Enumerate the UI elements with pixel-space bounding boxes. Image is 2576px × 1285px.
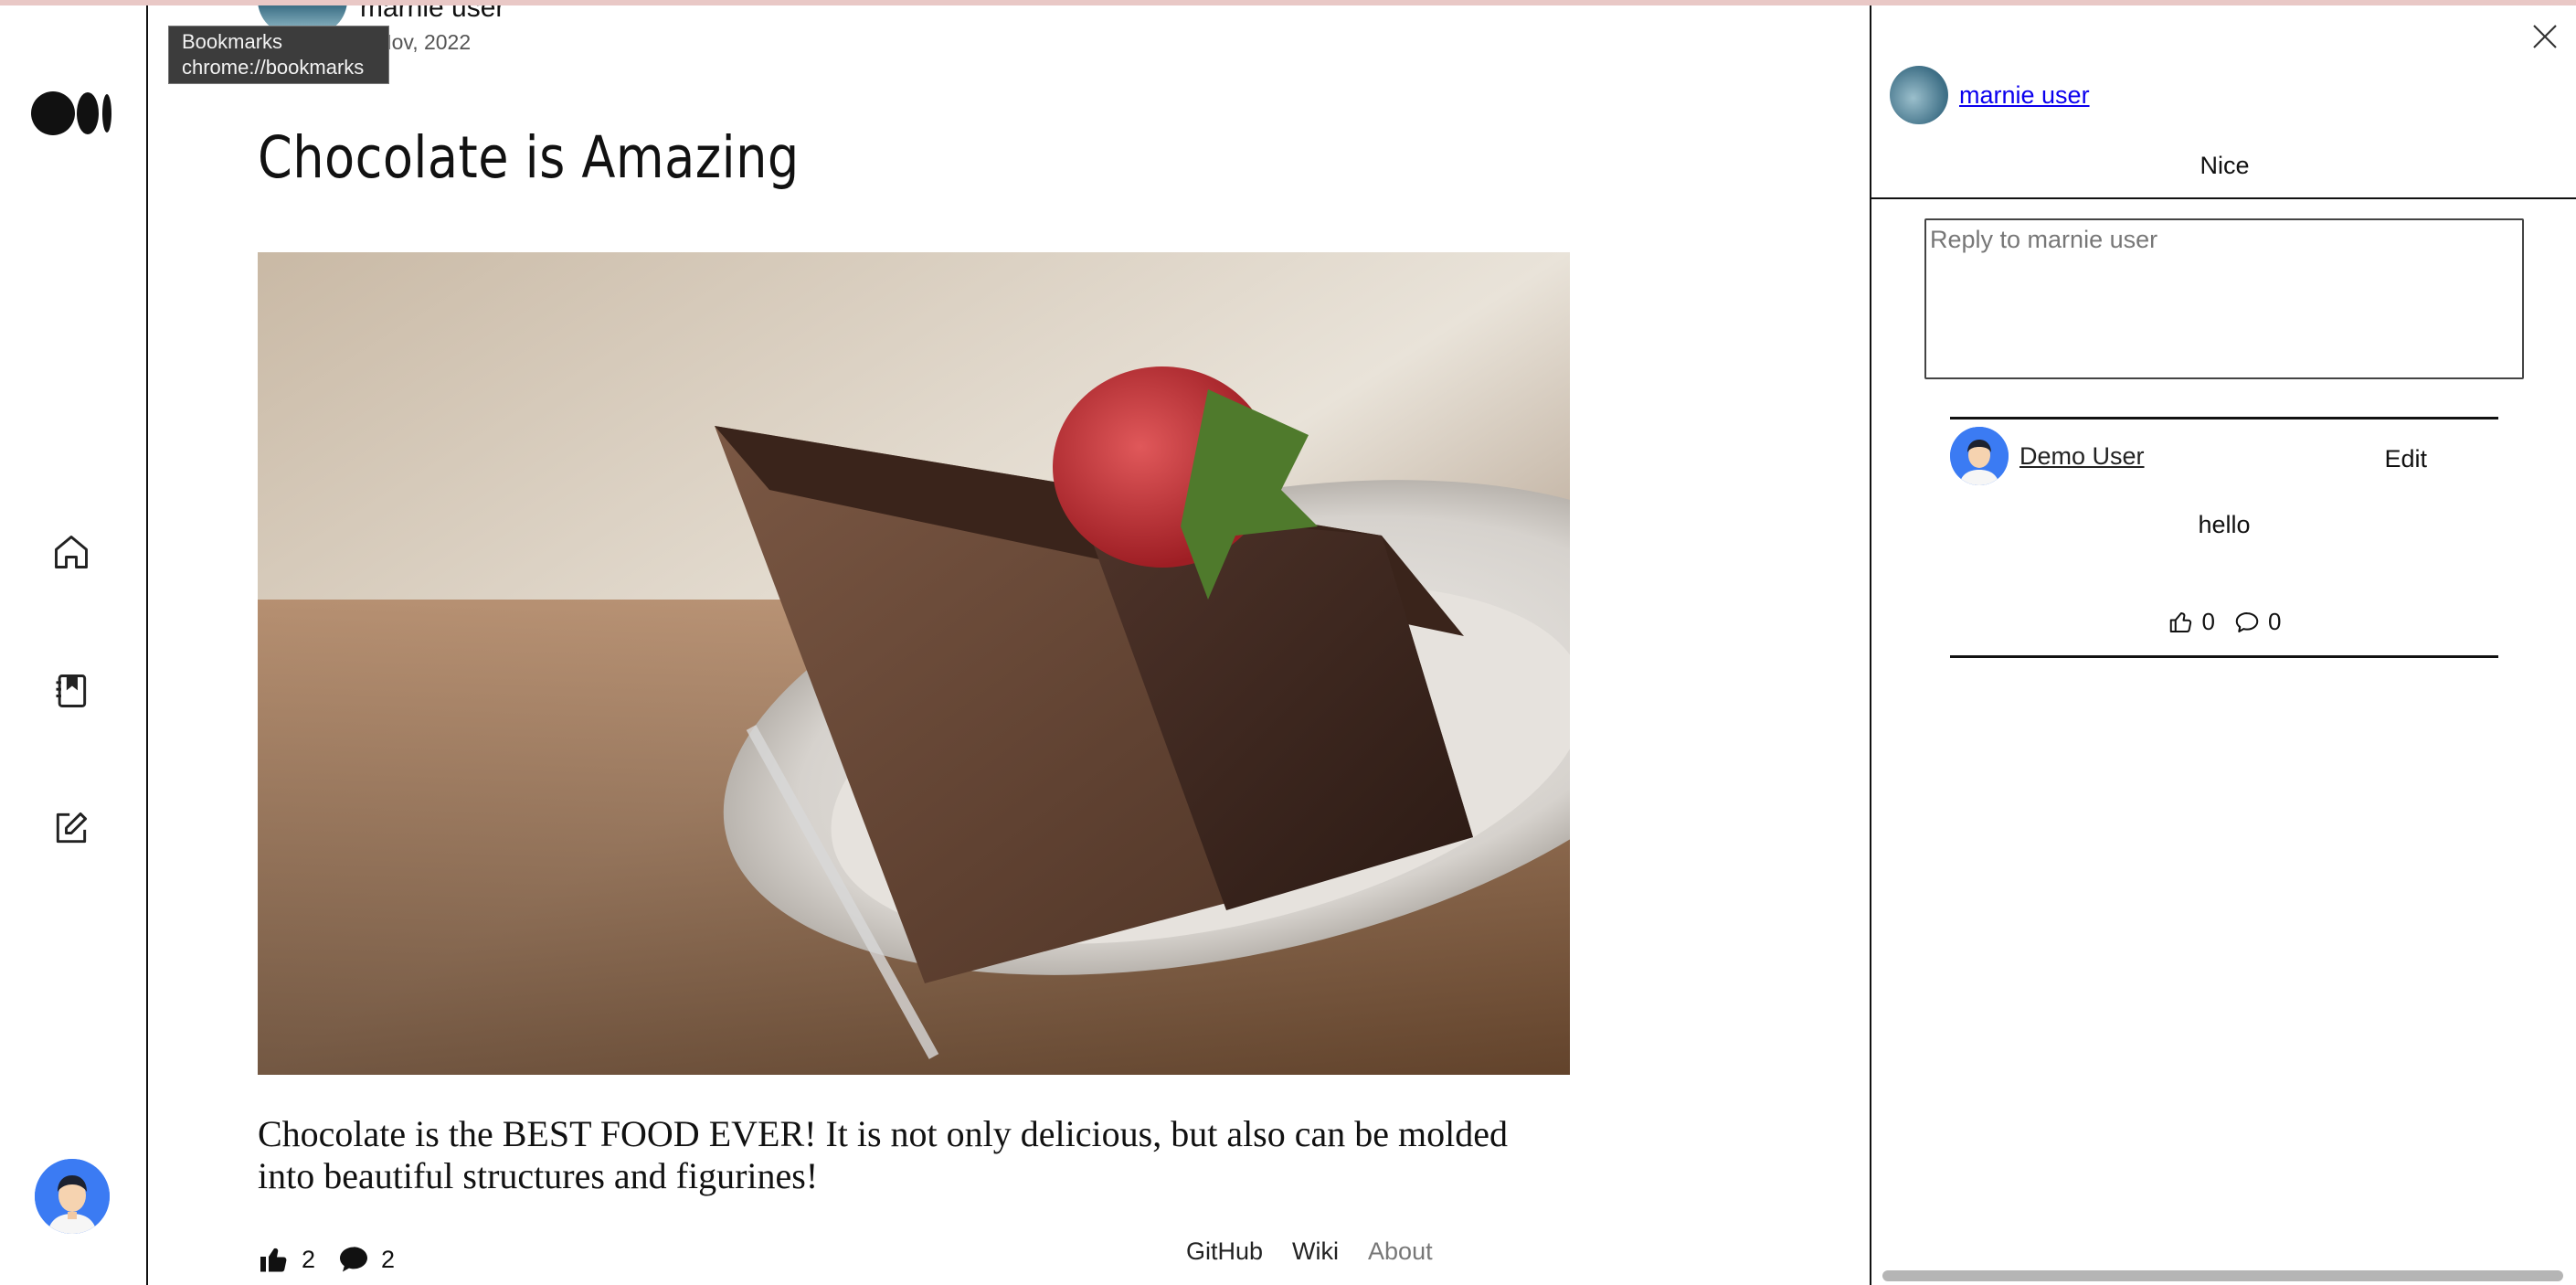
panel-horizontal-scrollbar[interactable]	[1882, 1270, 2563, 1281]
tooltip-title: Bookmarks	[182, 30, 283, 53]
home-icon	[55, 536, 88, 568]
bookmarks-tooltip: Bookmarks chrome://bookmarks	[168, 26, 389, 84]
user-avatar[interactable]	[35, 1159, 110, 1234]
post-date: Nov, 2022	[376, 30, 472, 54]
post-comment-count: 2	[381, 1245, 396, 1273]
thumbs-up-icon	[260, 1248, 287, 1272]
post-like-button[interactable]: 2	[258, 1243, 315, 1276]
speech-bubble-icon	[340, 1247, 368, 1272]
post-hero-image	[258, 252, 1570, 1075]
cake-photo	[258, 252, 1570, 1075]
comment-divider	[1871, 197, 2576, 199]
comment-author-avatar[interactable]	[1890, 66, 1948, 124]
speech-bubble-outline-icon	[2235, 611, 2259, 632]
user-avatar-icon	[35, 1159, 110, 1234]
medium-logo-icon[interactable]	[31, 90, 113, 137]
home-button[interactable]	[48, 528, 95, 576]
footer-link-about[interactable]: About	[1368, 1237, 1433, 1266]
reply-card: Demo User Edit hello 0 0	[1950, 417, 2498, 658]
post-reactions: 2 2	[258, 1243, 417, 1276]
comments-panel: marnie user Nice Demo User Edit hello	[1870, 5, 2576, 1285]
write-icon	[56, 812, 88, 844]
write-button[interactable]	[48, 804, 95, 852]
user-avatar-icon	[1950, 427, 2009, 485]
left-sidebar	[0, 5, 148, 1285]
close-icon[interactable]	[2530, 22, 2560, 51]
footer-link-wiki[interactable]: Wiki	[1292, 1237, 1339, 1266]
post-comment-button[interactable]: 2	[337, 1243, 395, 1276]
reply-like-button[interactable]: 0	[2168, 608, 2215, 636]
reply-like-count: 0	[2201, 608, 2215, 635]
article-main: marnie user Nov, 2022 Chocolate is Amazi…	[148, 5, 1825, 1285]
footer-link-github[interactable]: GitHub	[1186, 1237, 1263, 1266]
post-title: Chocolate is Amazing	[258, 124, 800, 191]
comment-text: Nice	[2200, 152, 2250, 179]
reply-header: Demo User	[1950, 427, 2145, 485]
thumbs-up-outline-icon	[2169, 611, 2191, 632]
comment-header: marnie user	[1890, 66, 2090, 124]
tooltip-url: chrome://bookmarks	[182, 56, 365, 79]
reply-text: hello	[2198, 511, 2251, 538]
post-like-count: 2	[302, 1245, 316, 1273]
bookmarks-icon	[56, 674, 87, 707]
reply-author-avatar[interactable]	[1950, 427, 2009, 485]
bookmarks-button[interactable]	[48, 667, 95, 715]
reply-author-link[interactable]: Demo User	[2019, 442, 2145, 471]
edit-button[interactable]: Edit	[2384, 445, 2427, 473]
reply-comment-button[interactable]: 0	[2233, 608, 2281, 636]
footer-links: GitHub Wiki About	[1186, 1237, 1462, 1266]
reply-actions: 0 0	[1950, 608, 2498, 636]
comment-author-link[interactable]: marnie user	[1959, 81, 2090, 110]
reply-comment-count: 0	[2268, 608, 2282, 635]
reply-textarea[interactable]	[1924, 218, 2524, 379]
post-body: Chocolate is the BEST FOOD EVER! It is n…	[258, 1113, 1508, 1196]
post-author-name[interactable]: marnie user	[360, 5, 504, 24]
